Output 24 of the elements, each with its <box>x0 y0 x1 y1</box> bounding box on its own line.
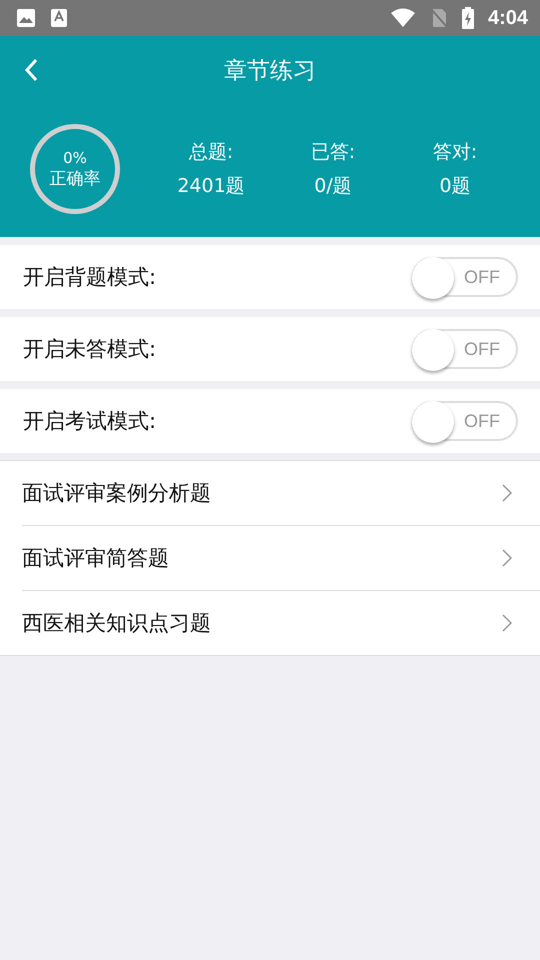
chapter-item[interactable]: 西医相关知识点习题 <box>22 591 540 655</box>
chevron-right-icon <box>502 484 512 502</box>
accuracy-value: 0% <box>63 148 87 166</box>
font-icon <box>50 8 68 28</box>
chevron-left-icon <box>24 58 38 82</box>
wifi-icon <box>390 8 416 28</box>
stat-value: 2401题 <box>177 174 245 199</box>
chevron-right-icon <box>502 549 512 567</box>
chapter-item[interactable]: 面试评审简答题 <box>22 526 540 591</box>
clock-time: 4:04 <box>488 6 528 30</box>
battery-icon <box>462 7 474 29</box>
page-title: 章节练习 <box>224 56 316 86</box>
chapter-item[interactable]: 面试评审案例分析题 <box>22 461 540 526</box>
stat-value: 0/题 <box>314 174 352 199</box>
accuracy-label: 正确率 <box>50 168 100 190</box>
chevron-right-icon <box>502 614 512 632</box>
toggle-label: 开启背题模式: <box>23 264 156 291</box>
stat-label: 已答: <box>310 140 356 165</box>
stat-label: 答对: <box>432 140 478 165</box>
image-icon <box>16 8 36 28</box>
toggle-label: 开启考试模式: <box>23 408 156 435</box>
stat-value: 0题 <box>439 174 471 199</box>
stat-label: 总题: <box>188 140 234 165</box>
toggle-label: 开启未答模式: <box>23 336 156 363</box>
